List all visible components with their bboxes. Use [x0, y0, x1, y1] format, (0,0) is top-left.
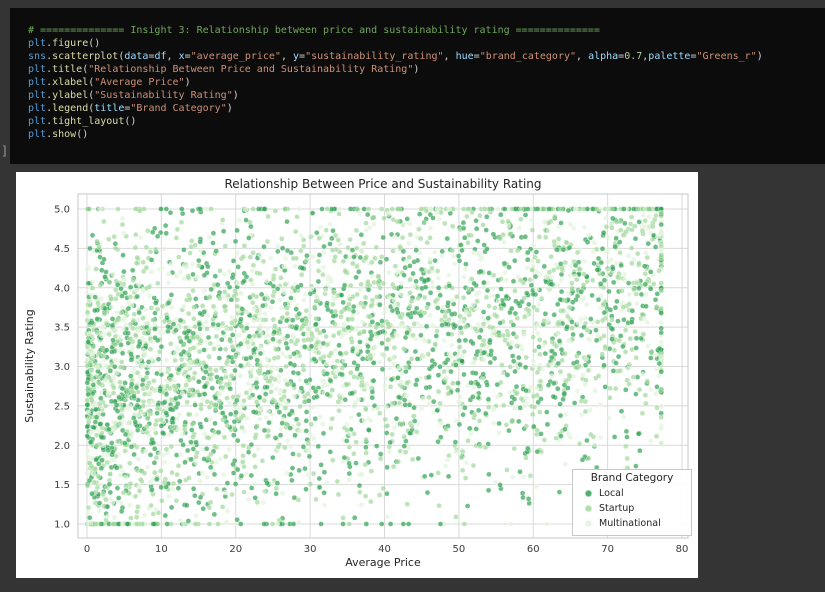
- legend-entry: Startup: [577, 501, 687, 516]
- code-token: "Brand Category": [130, 103, 226, 114]
- code-token: title: [94, 103, 124, 114]
- legend-entry-label: Startup: [599, 503, 634, 514]
- y-tick-label: 2.5: [54, 401, 70, 412]
- code-token: "Relationship Between Price and Sustaina…: [88, 64, 413, 75]
- code-token: (): [88, 38, 100, 49]
- code-line: plt.title("Relationship Between Price an…: [28, 63, 825, 76]
- code-token: "Sustainability Rating": [94, 90, 232, 101]
- code-token: ): [757, 51, 763, 62]
- code-token: "brand_category": [480, 51, 576, 62]
- y-tick-label: 1.0: [54, 520, 70, 531]
- x-tick-label: 0: [84, 544, 90, 555]
- x-tick-label: 30: [304, 544, 317, 555]
- code-token: plt: [28, 64, 46, 75]
- x-tick-label: 50: [453, 544, 466, 555]
- code-line: plt.show(): [28, 128, 825, 141]
- code-token: figure: [52, 38, 88, 49]
- code-token: palette: [648, 51, 690, 62]
- code-token: plt: [28, 90, 46, 101]
- code-token: 0.7: [624, 51, 642, 62]
- legend-title: Brand Category: [577, 472, 687, 484]
- code-token: ,: [576, 51, 588, 62]
- code-line: plt.xlabel("Average Price"): [28, 76, 825, 89]
- code-token: ): [185, 77, 191, 88]
- y-tick-label: 5.0: [54, 205, 70, 216]
- code-token: "Greens_r": [696, 51, 756, 62]
- code-token: "Average Price": [94, 77, 184, 88]
- code-token: df: [154, 51, 166, 62]
- legend-entry: Multinational: [577, 516, 687, 531]
- y-axis-label: Sustainability Rating: [23, 196, 37, 536]
- legend-entries: Local Startup Multinational: [577, 486, 687, 531]
- notebook-stage: ] # ============== Insight 3: Relationsh…: [0, 0, 825, 592]
- code-token: plt: [28, 103, 46, 114]
- code-token: ): [413, 64, 419, 75]
- code-token: plt: [28, 77, 46, 88]
- code-cell-editor[interactable]: # ============== Insight 3: Relationship…: [10, 8, 825, 164]
- legend-entry-label: Local: [599, 488, 624, 499]
- code-token: show: [52, 129, 76, 140]
- code-token: ,: [167, 51, 179, 62]
- y-tick-label: 1.5: [54, 480, 70, 491]
- code-token: plt: [28, 38, 46, 49]
- code-token: xlabel: [52, 77, 88, 88]
- code-token: "average_price": [191, 51, 281, 62]
- code-token: plt: [28, 116, 46, 127]
- y-tick-label: 4.5: [54, 244, 70, 255]
- legend-entry: Local: [577, 486, 687, 501]
- y-tick-label: 4.0: [54, 283, 70, 294]
- legend-marker-icon: [585, 490, 592, 497]
- code-token: ylabel: [52, 90, 88, 101]
- code-token: ): [227, 103, 233, 114]
- code-token: "sustainability_rating": [305, 51, 443, 62]
- y-tick-label: 2.0: [54, 441, 70, 452]
- x-tick-label: 80: [676, 544, 689, 555]
- legend-marker-icon: [585, 520, 592, 527]
- code-line: plt.ylabel("Sustainability Rating"): [28, 89, 825, 102]
- y-tick-label: 3.0: [54, 362, 70, 373]
- code-token: hue: [456, 51, 474, 62]
- code-token: title: [52, 64, 82, 75]
- code-line: sns.scatterplot(data=df, x="average_pric…: [28, 50, 825, 63]
- code-token: scatterplot: [52, 51, 118, 62]
- cell-gutter-bracket: ]: [1, 144, 8, 158]
- code-token: # ============== Insight 3: Relationship…: [28, 25, 600, 36]
- code-line: # ============== Insight 3: Relationship…: [28, 24, 825, 37]
- legend: Brand Category Local Startup Multinational: [572, 469, 692, 536]
- code-token: sns: [28, 51, 46, 62]
- code-token: (): [124, 116, 136, 127]
- code-token: plt: [28, 129, 46, 140]
- code-token: ,: [281, 51, 293, 62]
- legend-entry-label: Multinational: [599, 518, 661, 529]
- code-token: tight_layout: [52, 116, 124, 127]
- code-line: plt.figure(): [28, 37, 825, 50]
- code-line: plt.legend(title="Brand Category"): [28, 102, 825, 115]
- code-token: ,: [444, 51, 456, 62]
- code-token: ): [233, 90, 239, 101]
- y-tick-label: 3.5: [54, 323, 70, 334]
- x-tick-label: 10: [155, 544, 168, 555]
- code-token: data: [124, 51, 148, 62]
- x-tick-label: 40: [378, 544, 391, 555]
- x-tick-label: 60: [527, 544, 540, 555]
- code-lines: # ============== Insight 3: Relationship…: [28, 24, 825, 141]
- code-token: legend: [52, 103, 88, 114]
- code-line: plt.tight_layout(): [28, 115, 825, 128]
- code-token: (): [76, 129, 88, 140]
- x-tick-label: 70: [601, 544, 614, 555]
- x-axis-label: Average Price: [78, 556, 688, 569]
- code-token: alpha: [588, 51, 618, 62]
- x-tick-label: 20: [229, 544, 242, 555]
- figure-output: Relationship Between Price and Sustainab…: [16, 172, 698, 578]
- legend-marker-icon: [585, 505, 592, 512]
